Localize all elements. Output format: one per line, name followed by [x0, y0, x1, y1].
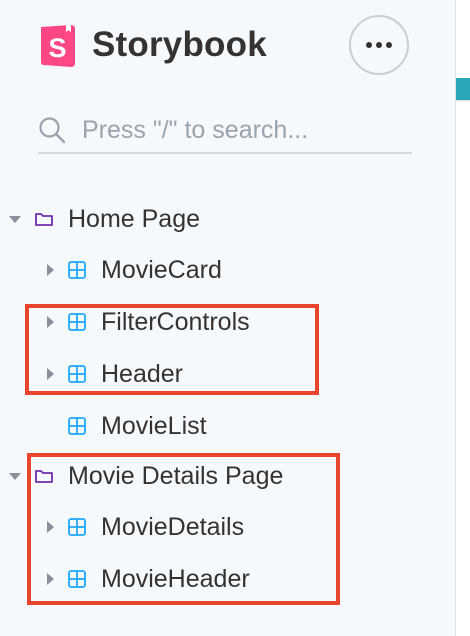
- tree-item-header[interactable]: Header: [43, 354, 183, 394]
- caret-right-icon: [43, 367, 57, 381]
- caret-down-icon: [8, 212, 22, 226]
- brand[interactable]: S Storybook: [38, 21, 267, 69]
- more-dots-icon: [366, 42, 392, 48]
- component-icon: [67, 569, 87, 589]
- tree-item-label: MovieCard: [101, 255, 222, 284]
- tree-item-movie-list[interactable]: MovieList: [43, 406, 207, 446]
- storybook-logo-icon: S: [38, 23, 78, 67]
- caret-down-icon: [8, 469, 22, 483]
- caret-right-icon: [43, 263, 57, 277]
- tree-item-movie-details[interactable]: MovieDetails: [43, 507, 244, 547]
- tree-item-label: FilterControls: [101, 307, 250, 336]
- component-icon: [67, 312, 87, 332]
- search-icon: [38, 116, 66, 144]
- folder-icon: [34, 209, 54, 229]
- tree-item-filter-controls[interactable]: FilterControls: [43, 302, 250, 342]
- tree-folder-movie-details-page[interactable]: Movie Details Page: [8, 456, 283, 496]
- tree-item-label: Header: [101, 359, 183, 388]
- folder-icon: [34, 466, 54, 486]
- tree-item-label: MovieHeader: [101, 564, 250, 593]
- tree-folder-label: Movie Details Page: [68, 461, 284, 490]
- caret-right-icon: [43, 520, 57, 534]
- app-title: Storybook: [92, 25, 267, 64]
- tree-item-movie-header[interactable]: MovieHeader: [43, 559, 250, 599]
- component-icon: [67, 517, 87, 537]
- tree-item-movie-card[interactable]: MovieCard: [43, 250, 222, 290]
- toolbar-edge: [456, 78, 470, 100]
- tree-folder-home-page[interactable]: Home Page: [8, 199, 200, 239]
- component-icon: [67, 364, 87, 384]
- tree-folder-label: Home Page: [68, 204, 201, 233]
- sidebar: S Storybook Home Page: [0, 0, 456, 636]
- svg-text:S: S: [48, 33, 66, 63]
- caret-right-icon: [43, 572, 57, 586]
- main-panel-edge: [456, 0, 470, 636]
- tree-item-label: MovieList: [101, 411, 207, 440]
- component-icon: [67, 416, 87, 436]
- caret-right-icon: [43, 315, 57, 329]
- more-options-button[interactable]: [349, 15, 409, 75]
- component-icon: [67, 260, 87, 280]
- tree-item-label: MovieDetails: [101, 512, 245, 541]
- search-bar[interactable]: [38, 108, 412, 154]
- search-input[interactable]: [82, 115, 382, 145]
